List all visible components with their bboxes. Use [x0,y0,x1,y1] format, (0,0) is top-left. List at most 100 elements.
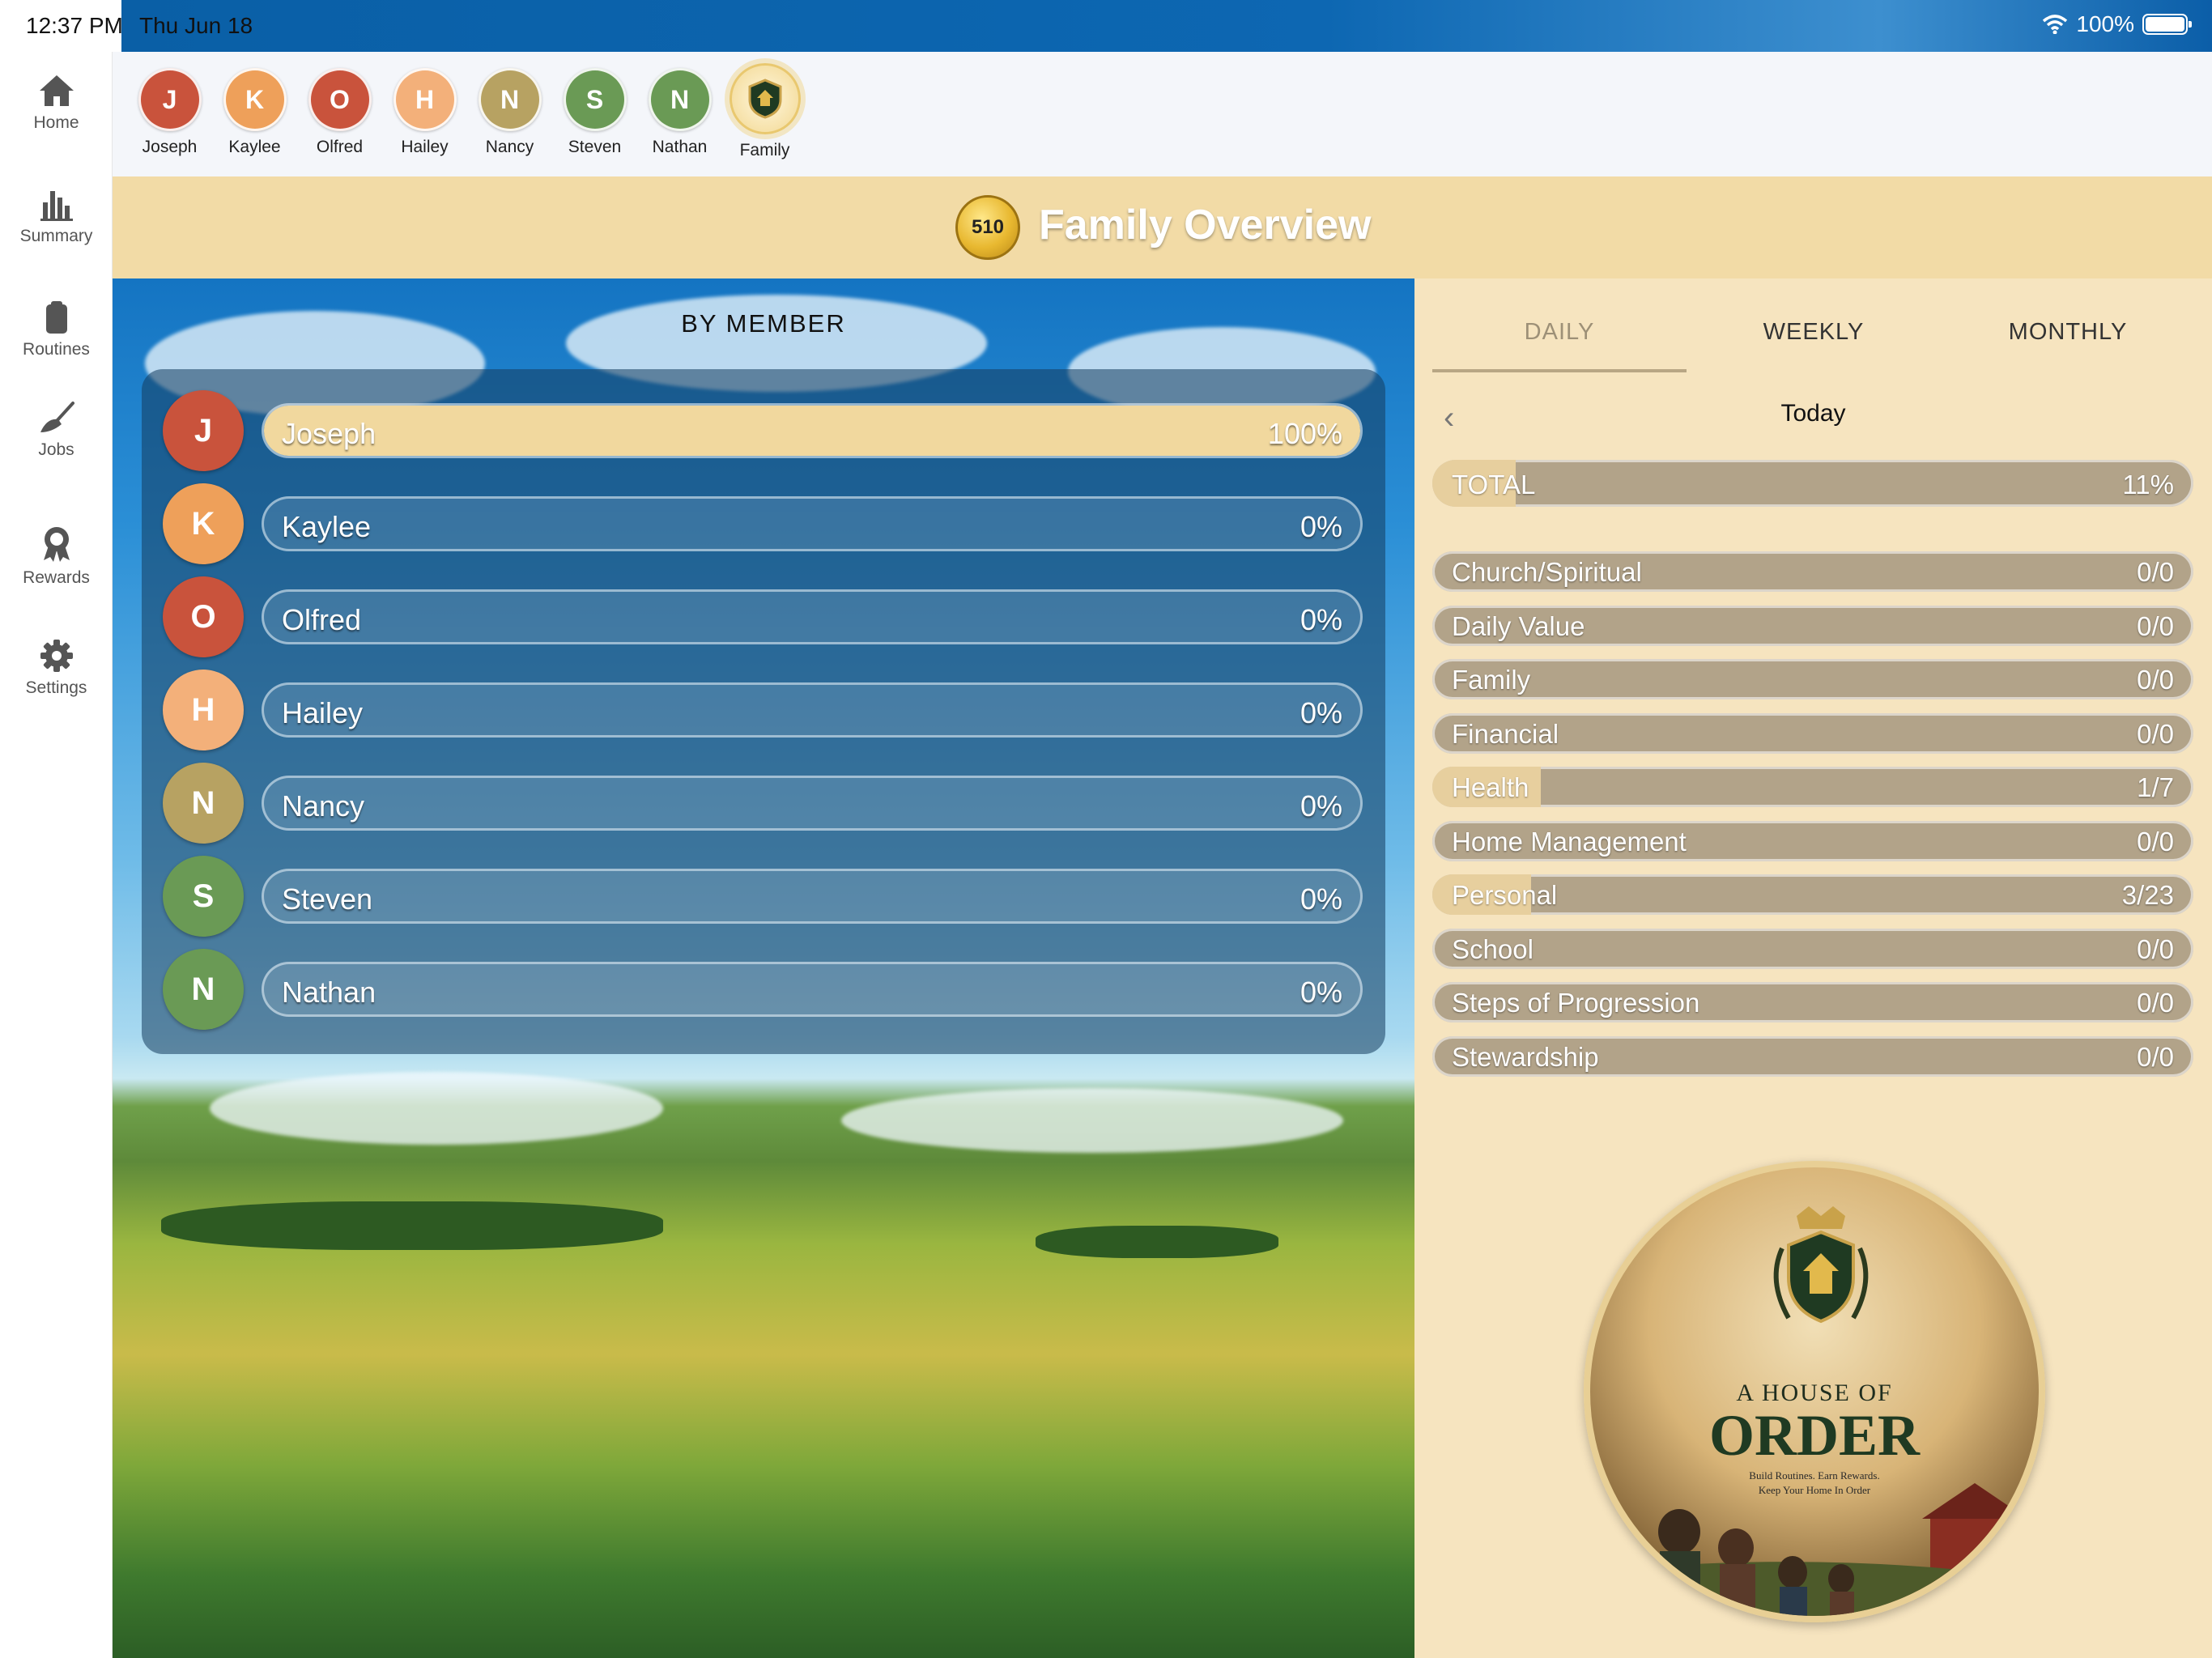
member-row-nancy[interactable]: N Nancy 0% [163,763,1369,844]
by-member-heading: BY MEMBER [681,309,846,338]
category-bar-stewardship[interactable]: Stewardship 0/0 [1432,1036,2193,1077]
bar-chart-icon [40,191,73,221]
category-name: Stewardship [1452,1042,1599,1072]
tab-weekly[interactable]: WEEKLY [1687,319,1941,346]
member-row-olfred[interactable]: O Olfred 0% [163,576,1369,657]
category-value: 0/0 [2137,719,2174,749]
category-bar-financial[interactable]: Financial 0/0 [1432,713,2193,754]
member-family[interactable]: Family [722,63,807,160]
category-name: Financial [1452,719,1559,749]
member-joseph[interactable]: J Joseph [127,68,212,157]
category-name: School [1452,934,1534,964]
sidebar-item-home[interactable]: Home [0,73,113,133]
status-right: 100% [2042,11,2192,37]
member-nancy[interactable]: N Nancy [467,68,552,157]
cloud [841,1088,1343,1153]
category-bar-family[interactable]: Family 0/0 [1432,659,2193,699]
member-avatar: J [138,68,202,131]
member-avatar: N [478,68,542,131]
category-value: 0/0 [2137,934,2174,964]
sidebar-item-label: Routines [23,340,90,359]
member-kaylee[interactable]: K Kaylee [212,68,297,157]
progress-bar: Nancy 0% [262,776,1363,831]
category-bar-steps-of-progression[interactable]: Steps of Progression 0/0 [1432,982,2193,1022]
house-of-order-logo: A HOUSE OF ORDER Build Routines. Earn Re… [1584,1161,2045,1622]
member-avatar: K [223,68,287,131]
member-name: Nancy [282,789,365,823]
sidebar-item-rewards[interactable]: Rewards [0,525,113,588]
status-bar: 12:37 PM Thu Jun 18 100% [0,0,2212,52]
member-avatar: O [163,576,244,657]
category-bar-personal[interactable]: Personal 3/23 [1432,874,2193,915]
sidebar-item-jobs[interactable]: Jobs [0,400,113,460]
member-selector: J Joseph K Kaylee O Olfred H Hailey N Na… [113,52,2212,176]
member-avatar: H [393,68,457,131]
category-name: Home Management [1452,827,1687,857]
member-row-hailey[interactable]: H Hailey 0% [163,670,1369,750]
member-avatar: H [163,670,244,750]
member-avatar: K [163,483,244,564]
total-value: 11% [2122,470,2174,500]
sidebar-item-settings[interactable]: Settings [0,638,113,698]
member-percent: 0% [1300,510,1342,543]
tree-line [161,1201,663,1250]
progress-fill [264,406,1360,456]
tree-line [1036,1226,1278,1258]
sidebar-item-routines[interactable]: Routines [0,300,113,359]
member-nathan[interactable]: N Nathan [637,68,722,157]
member-percent: 100% [1267,417,1342,450]
member-name: Steven [568,138,622,156]
category-bar-church-spiritual[interactable]: Church/Spiritual 0/0 [1432,551,2193,592]
member-row-steven[interactable]: S Steven 0% [163,856,1369,937]
member-avatar: N [163,949,244,1030]
member-name: Family [739,141,790,159]
category-value: 0/0 [2137,611,2174,641]
member-olfred[interactable]: O Olfred [297,68,382,157]
landscape-background: BY MEMBER J Joseph 100% K Kaylee 0% O Ol… [113,278,1414,1658]
sidebar-item-label: Jobs [38,440,74,459]
member-row-kaylee[interactable]: K Kaylee 0% [163,483,1369,564]
clipboard-icon [45,301,67,334]
category-bar-health[interactable]: Health 1/7 [1432,767,2193,807]
broom-icon [40,402,74,432]
sidebar-item-summary[interactable]: Summary [0,186,113,246]
member-name: Nathan [652,138,708,156]
cloud [210,1072,663,1145]
member-steven[interactable]: S Steven [552,68,637,157]
logo-tagline-1: Build Routines. Earn Rewards. [1749,1469,1880,1482]
category-value: 3/23 [2121,880,2174,910]
sidebar-item-label: Rewards [23,568,90,587]
category-value: 1/7 [2137,772,2174,802]
member-avatar: S [163,856,244,937]
category-value: 0/0 [2137,665,2174,695]
member-percent: 0% [1300,882,1342,916]
member-name: Kaylee [282,510,372,543]
member-name: Nancy [485,138,534,156]
category-name: Steps of Progression [1452,988,1700,1018]
member-row-joseph[interactable]: J Joseph 100% [163,390,1369,471]
progress-bar: Olfred 0% [262,589,1363,644]
member-hailey[interactable]: H Hailey [382,68,467,157]
category-bar-daily-value[interactable]: Daily Value 0/0 [1432,606,2193,646]
category-bar-home-management[interactable]: Home Management 0/0 [1432,821,2193,861]
page-title: Family Overview [1039,202,1372,249]
category-bar-school[interactable]: School 0/0 [1432,929,2193,969]
category-name: Family [1452,665,1531,695]
member-avatar: N [648,68,712,131]
status-time: 12:37 PM [26,13,123,38]
progress-bar: Kaylee 0% [262,496,1363,551]
tab-monthly[interactable]: MONTHLY [1941,319,2195,346]
member-percent: 0% [1300,603,1342,636]
sidebar-item-label: Settings [25,678,87,697]
member-percent: 0% [1300,696,1342,729]
member-name: Olfred [316,138,364,156]
category-name: Health [1452,772,1529,802]
category-name: Personal [1452,880,1558,910]
member-name: Joseph [142,138,198,156]
tab-daily[interactable]: DAILY [1432,319,1687,346]
family-farm-illustration [1590,1483,2039,1616]
category-value: 0/0 [2137,1042,2174,1072]
member-name: Steven [282,882,373,916]
member-row-nathan[interactable]: N Nathan 0% [163,949,1369,1030]
home-icon [39,75,74,106]
